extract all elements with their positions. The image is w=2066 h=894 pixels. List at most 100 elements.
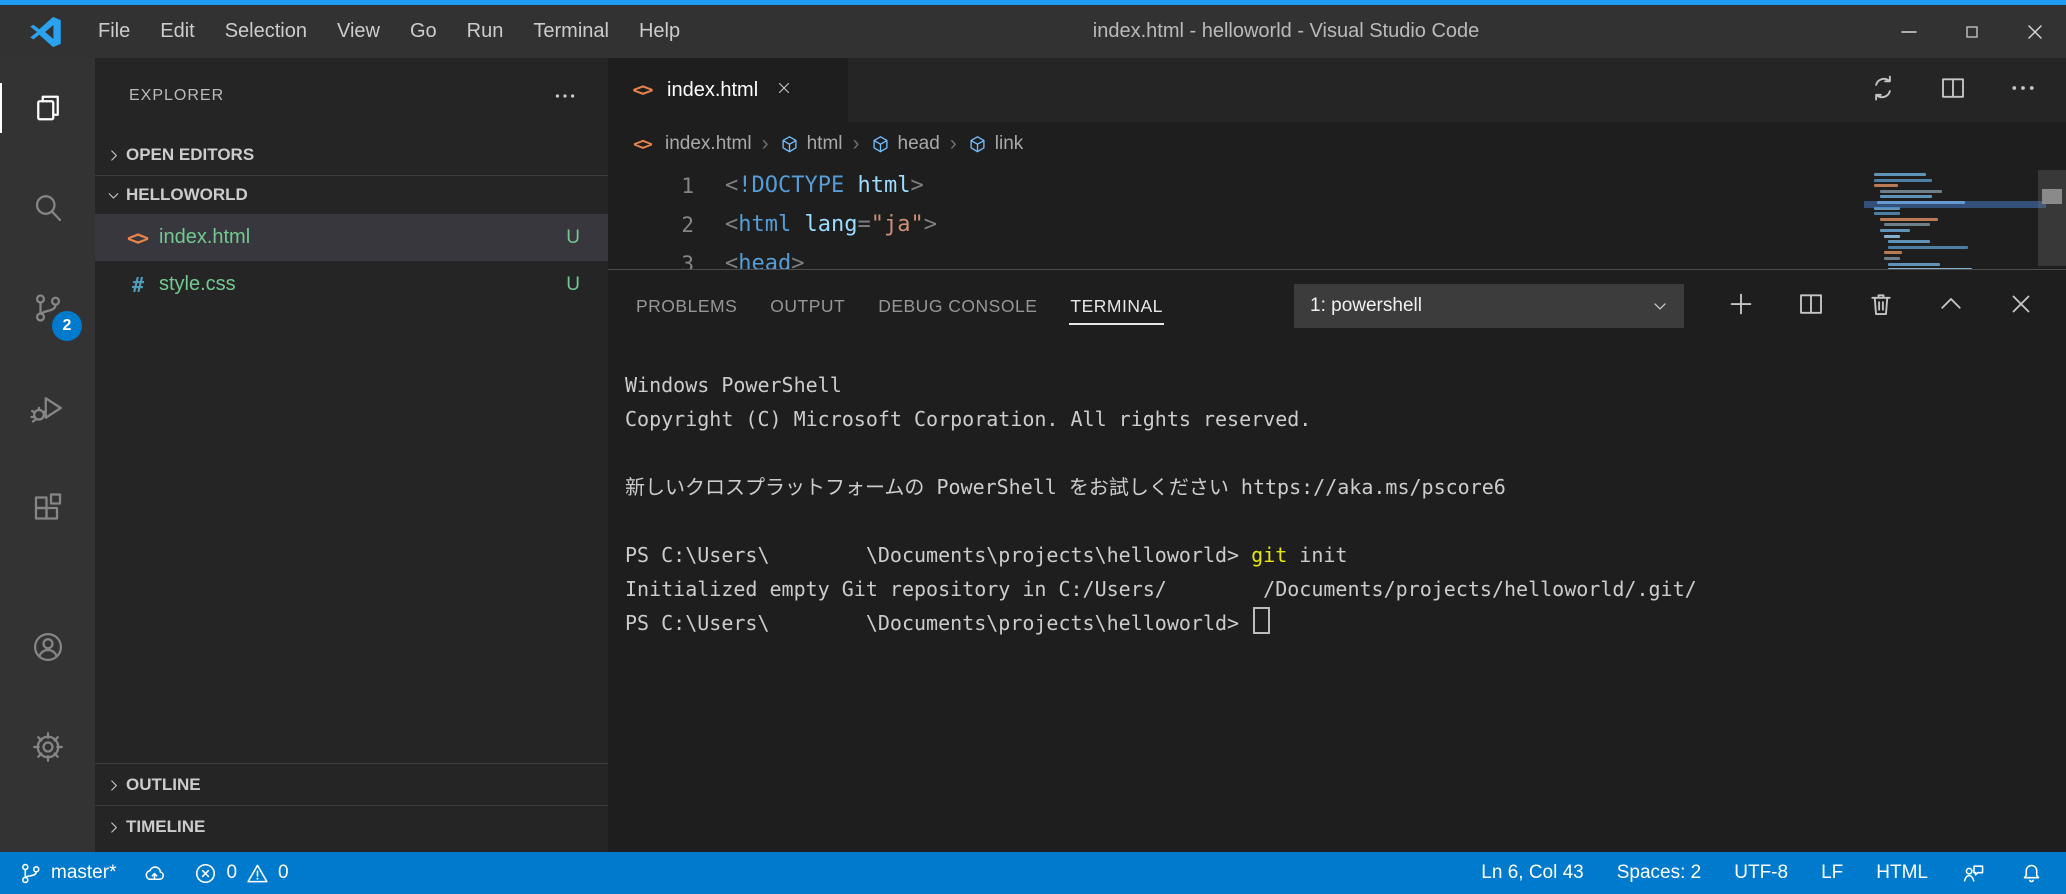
chevron-right-icon bbox=[105, 819, 122, 836]
terminal-output[interactable]: Windows PowerShellCopyright (C) Microsof… bbox=[608, 342, 2066, 852]
tab-label: index.html bbox=[667, 79, 758, 102]
terminal-line: PS C:\Users\ \Documents\projects\hellowo… bbox=[625, 538, 2066, 572]
terminal-shell-selector[interactable]: 1: powershell bbox=[1294, 284, 1684, 328]
breadcrumb-item-html[interactable]: html bbox=[779, 133, 843, 155]
maximize-icon bbox=[1962, 22, 1982, 42]
minimap-line bbox=[1888, 268, 1972, 269]
vscode-window: FileEditSelectionViewGoRunTerminalHelp i… bbox=[0, 0, 2066, 894]
more-actions-icon[interactable] bbox=[552, 83, 578, 109]
status-cursor-position[interactable]: Ln 6, Col 43 bbox=[1481, 862, 1583, 884]
menu-item-terminal[interactable]: Terminal bbox=[518, 5, 624, 58]
terminal-line bbox=[625, 436, 2066, 470]
status-eol[interactable]: LF bbox=[1821, 862, 1843, 884]
activity-search[interactable] bbox=[0, 158, 95, 258]
tab-close-button[interactable] bbox=[775, 79, 793, 102]
activity-source-control[interactable]: 2 bbox=[0, 258, 95, 358]
breadcrumb-separator: › bbox=[950, 132, 957, 156]
panel-actions bbox=[1726, 289, 2036, 324]
status-publish-changes[interactable] bbox=[142, 861, 167, 886]
status-bar: master* 00 Ln 6, Col 43 Spaces: 2 UTF-8 LF HT… bbox=[0, 852, 2066, 894]
split-editor-icon bbox=[1796, 289, 1826, 319]
menu-item-view[interactable]: View bbox=[322, 5, 395, 58]
menu-item-selection[interactable]: Selection bbox=[210, 5, 322, 58]
activity-bar: 2 bbox=[0, 58, 95, 852]
more-actions-icon bbox=[2008, 73, 2038, 103]
panel-tab-debug-console[interactable]: DEBUG CONSOLE bbox=[877, 284, 1038, 329]
symbol-cube-icon bbox=[779, 134, 800, 155]
window-maximize-button[interactable] bbox=[1940, 5, 2003, 58]
activity-explorer[interactable] bbox=[0, 58, 95, 158]
status-encoding[interactable]: UTF-8 bbox=[1734, 862, 1788, 884]
file-name: style.css bbox=[159, 273, 236, 296]
chevron-down-icon bbox=[1650, 296, 1670, 316]
bell-icon bbox=[2019, 861, 2044, 886]
breadcrumb-label: head bbox=[898, 133, 940, 155]
editor-scrollbar[interactable] bbox=[2038, 170, 2066, 266]
panel-action-split-terminal[interactable] bbox=[1796, 289, 1826, 324]
window-minimize-button[interactable] bbox=[1877, 5, 1940, 58]
status-git-branch[interactable]: master* bbox=[18, 861, 116, 886]
status-language-mode[interactable]: HTML bbox=[1876, 862, 1928, 884]
account-icon bbox=[30, 629, 66, 665]
panel-tab-terminal[interactable]: TERMINAL bbox=[1069, 284, 1163, 329]
code-line: 3<head> bbox=[608, 244, 2066, 269]
panel-action-close-panel[interactable] bbox=[2006, 289, 2036, 324]
activity-manage[interactable] bbox=[0, 697, 95, 797]
minimap[interactable] bbox=[1874, 173, 2036, 269]
status-notifications[interactable] bbox=[2019, 861, 2044, 886]
terminal-line: 新しいクロスプラットフォームの PowerShell をお試しください http… bbox=[625, 470, 2066, 504]
panel-action-new-terminal[interactable] bbox=[1726, 289, 1756, 324]
more-actions-icon[interactable] bbox=[552, 83, 578, 109]
panel-tab-problems[interactable]: PROBLEMS bbox=[635, 284, 738, 329]
section-label: OUTLINE bbox=[126, 775, 201, 795]
scrollbar-handle[interactable] bbox=[2042, 189, 2062, 204]
minimize-icon bbox=[1897, 20, 1921, 44]
run-debug-icon bbox=[30, 390, 66, 426]
editor-tab-index.html[interactable]: <> index.html bbox=[608, 58, 848, 122]
menu-item-edit[interactable]: Edit bbox=[145, 5, 209, 58]
editor-action-more-actions[interactable] bbox=[2008, 73, 2038, 108]
panel-action-maximize-panel[interactable] bbox=[1936, 289, 1966, 324]
status-feedback[interactable] bbox=[1961, 861, 1986, 886]
menu-item-go[interactable]: Go bbox=[395, 5, 452, 58]
status-indentation[interactable]: Spaces: 2 bbox=[1617, 862, 1702, 884]
chevron-down-icon bbox=[1650, 296, 1670, 316]
window-close-button[interactable] bbox=[2003, 5, 2066, 58]
status-problems[interactable]: 00 bbox=[193, 861, 288, 886]
open-editors-section[interactable]: OPEN EDITORS bbox=[95, 135, 608, 176]
menu-item-help[interactable]: Help bbox=[624, 5, 695, 58]
menu-item-run[interactable]: Run bbox=[452, 5, 519, 58]
branch-icon bbox=[18, 861, 43, 886]
editor-action-open-changes[interactable] bbox=[1868, 73, 1898, 108]
minimap-line bbox=[1874, 212, 1900, 215]
code-editor[interactable]: 1<!DOCTYPE html>2<html lang="ja">3<head> bbox=[608, 166, 2066, 269]
panel-action-kill-terminal[interactable] bbox=[1866, 289, 1896, 324]
editor-action-split-editor[interactable] bbox=[1938, 73, 1968, 108]
breadcrumb-item-link[interactable]: link bbox=[967, 133, 1024, 155]
panel-tab-output[interactable]: OUTPUT bbox=[769, 284, 846, 329]
status-label: HTML bbox=[1876, 862, 1928, 884]
window-title: index.html - helloworld - Visual Studio … bbox=[695, 20, 1877, 43]
shell-selector-value: 1: powershell bbox=[1310, 295, 1422, 317]
html-file-icon: <> bbox=[626, 79, 658, 101]
file-row-style.css[interactable]: #style.cssU bbox=[95, 261, 608, 308]
breadcrumb-item-index.html[interactable]: <>index.html bbox=[626, 133, 752, 155]
file-name: index.html bbox=[159, 226, 250, 249]
menu-item-file[interactable]: File bbox=[83, 5, 145, 58]
html-file-icon: <> bbox=[626, 134, 658, 155]
activity-run-and-debug[interactable] bbox=[0, 358, 95, 458]
cloud-upload-icon bbox=[142, 861, 167, 886]
css-file-icon: # bbox=[121, 273, 153, 297]
vscode-logo-icon bbox=[27, 14, 63, 50]
sidebar-section-timeline[interactable]: TIMELINE bbox=[95, 805, 608, 848]
breadcrumb-item-head[interactable]: head bbox=[870, 133, 940, 155]
menu-bar: FileEditSelectionViewGoRunTerminalHelp bbox=[83, 5, 695, 58]
status-label: 0 bbox=[278, 862, 289, 884]
activity-accounts[interactable] bbox=[0, 597, 95, 697]
split-editor-icon bbox=[1938, 73, 1968, 103]
sidebar-section-outline[interactable]: OUTLINE bbox=[95, 763, 608, 806]
file-row-index.html[interactable]: <>index.htmlU bbox=[95, 214, 608, 261]
activity-extensions[interactable] bbox=[0, 458, 95, 558]
folder-section-helloworld[interactable]: HELLOWORLD bbox=[95, 176, 608, 214]
terminal-line bbox=[625, 504, 2066, 538]
